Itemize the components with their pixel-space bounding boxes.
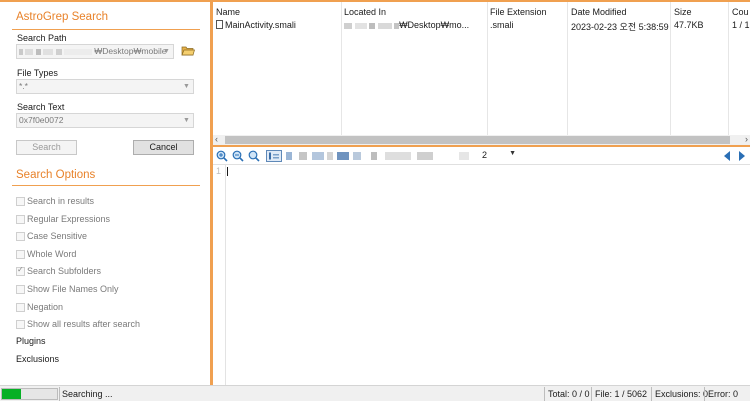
- open-folder-icon[interactable]: [181, 44, 195, 57]
- chevron-down-icon[interactable]: ▼: [181, 115, 192, 126]
- column-separator[interactable]: [567, 2, 568, 135]
- option-label: Show File Names Only: [27, 284, 119, 294]
- status-bar: Searching ... Total: 0 / 0 File: 1 / 506…: [0, 385, 750, 401]
- option-checkbox[interactable]: [16, 285, 25, 294]
- search-text-combo[interactable]: 0x7f0e0072 ▼: [16, 113, 194, 128]
- option-label: Negation: [27, 301, 64, 312]
- column-header-size[interactable]: Size: [674, 7, 692, 17]
- result-date-cell: 2023-02-23 오전 5:38:59: [571, 22, 669, 32]
- status-separator: [59, 387, 60, 401]
- status-exclusions: Exclusions: 0: [655, 389, 709, 399]
- search-text-label: Search Text: [17, 102, 65, 112]
- font-name-value[interactable]: [337, 152, 349, 160]
- result-name-cell: MainActivity.smali: [216, 20, 296, 30]
- search-path-combo[interactable]: ₩Desktop₩mobile ▼: [16, 44, 174, 59]
- result-location-cell: ₩Desktop₩mo...: [344, 20, 469, 30]
- option-checkbox[interactable]: [16, 320, 25, 330]
- file-types-combo[interactable]: *.* ▼: [16, 79, 194, 94]
- result-count-cell: 1 / 1: [732, 20, 750, 30]
- column-separator[interactable]: [670, 2, 671, 135]
- column-header-date-modified[interactable]: Date Modified: [571, 7, 627, 17]
- column-header-count[interactable]: Cou: [732, 7, 749, 17]
- option-label: Regular Expressions: [27, 213, 111, 224]
- progress-fill: [2, 389, 22, 399]
- font-name-value[interactable]: [385, 152, 411, 160]
- next-match-icon[interactable]: [737, 150, 747, 162]
- zoom-reset-icon[interactable]: [248, 150, 260, 162]
- file-preview-editor[interactable]: 1: [213, 165, 750, 385]
- chevron-down-icon[interactable]: ▼: [509, 150, 516, 157]
- file-icon: [216, 20, 223, 29]
- column-separator[interactable]: [341, 2, 342, 135]
- option-checkbox[interactable]: [16, 302, 25, 312]
- status-separator: [544, 387, 545, 401]
- font-name-value[interactable]: [327, 152, 333, 160]
- results-horizontal-scrollbar[interactable]: ‹ ›: [213, 134, 750, 145]
- file-types-label: File Types: [17, 68, 58, 78]
- option-label: Search Subfolders: [27, 266, 102, 277]
- font-name-value[interactable]: [299, 152, 307, 160]
- option-checkbox[interactable]: [16, 249, 25, 259]
- plugins-link[interactable]: Plugins: [16, 336, 46, 346]
- status-separator: [591, 387, 592, 401]
- cancel-button[interactable]: Cancel: [133, 140, 194, 155]
- option-checkbox[interactable]: [16, 232, 25, 242]
- font-name-value[interactable]: [371, 152, 377, 160]
- status-file: File: 1 / 5062: [595, 389, 648, 399]
- column-separator[interactable]: [728, 2, 729, 135]
- option-label: Whole Word: [27, 248, 77, 259]
- option-label: Show all results after search: [27, 319, 141, 330]
- line-number-gutter: 1: [213, 165, 226, 385]
- scroll-right-icon[interactable]: ›: [745, 134, 748, 144]
- option-checkbox[interactable]: [16, 265, 25, 277]
- font-name-value[interactable]: [353, 152, 361, 160]
- file-types-value: *.*: [19, 81, 28, 91]
- column-header-located-in[interactable]: Located In: [344, 7, 386, 17]
- font-size-select[interactable]: 2 ▼: [482, 150, 518, 162]
- chevron-down-icon[interactable]: ▼: [161, 46, 172, 57]
- font-picker-icon[interactable]: [266, 150, 282, 162]
- title-divider: [12, 29, 200, 30]
- column-header-file-extension[interactable]: File Extension: [490, 7, 547, 17]
- search-path-value: ₩Desktop₩mobile: [19, 46, 167, 56]
- search-options-title: Search Options: [16, 169, 96, 181]
- line-number: 1: [216, 166, 222, 176]
- result-size-cell: 47.7KB: [674, 20, 704, 30]
- option-checkbox[interactable]: [16, 197, 25, 206]
- font-name-value[interactable]: [312, 152, 324, 160]
- preview-toolbar: 2 ▼: [213, 147, 750, 165]
- option-label: Search in results: [27, 196, 95, 206]
- search-progress-bar: [1, 388, 58, 400]
- font-size-value: 2: [482, 150, 488, 160]
- result-extension-cell: .smali: [490, 20, 514, 30]
- app-title: AstroGrep Search: [16, 11, 109, 23]
- font-name-value[interactable]: [417, 152, 433, 160]
- chevron-down-icon[interactable]: ▼: [181, 81, 192, 92]
- zoom-out-icon[interactable]: [232, 150, 244, 162]
- option-checkbox[interactable]: [16, 214, 25, 224]
- search-path-label: Search Path: [17, 33, 67, 43]
- previous-match-icon[interactable]: [722, 150, 732, 162]
- column-separator[interactable]: [487, 2, 488, 135]
- exclusions-link[interactable]: Exclusions: [16, 354, 59, 364]
- search-button[interactable]: Search: [16, 140, 77, 155]
- column-header-name[interactable]: Name: [216, 7, 240, 17]
- status-text: Searching ...: [62, 389, 113, 399]
- zoom-in-icon[interactable]: [216, 150, 228, 162]
- scrollbar-thumb[interactable]: [225, 136, 730, 144]
- option-label: Case Sensitive: [27, 231, 88, 242]
- search-text-value: 0x7f0e0072: [19, 115, 64, 125]
- status-total: Total: 0 / 0: [548, 389, 590, 399]
- text-caret: [227, 167, 228, 176]
- status-separator: [704, 387, 705, 401]
- font-name-value[interactable]: [286, 152, 292, 160]
- results-grid[interactable]: Name Located In File Extension Date Modi…: [213, 2, 750, 135]
- status-separator: [651, 387, 652, 401]
- font-name-value[interactable]: [459, 152, 469, 160]
- scroll-left-icon[interactable]: ‹: [215, 134, 218, 144]
- status-error: Error: 0: [708, 389, 739, 399]
- search-panel: AstroGrep Search Search Path ₩Desktop₩mo…: [0, 2, 210, 385]
- options-divider: [12, 185, 200, 186]
